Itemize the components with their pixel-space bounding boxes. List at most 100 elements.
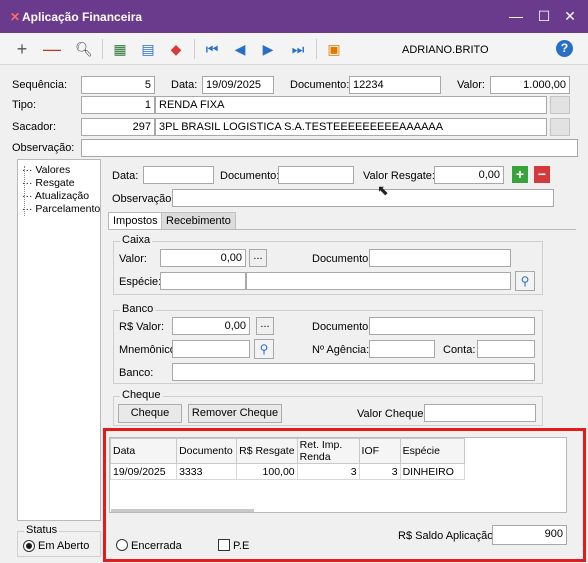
tipo-lookup-button[interactable] xyxy=(550,96,570,114)
tab-impostos[interactable]: Impostos xyxy=(108,212,163,229)
cell-resgate: 100,00 xyxy=(236,463,298,480)
resgate-data-label: Data: xyxy=(112,170,139,182)
pe-label: P.E xyxy=(233,540,250,552)
tree-item-parcelamento[interactable]: ··· Parcelamento xyxy=(22,203,100,215)
pe-checkbox[interactable] xyxy=(218,539,230,551)
mouse-cursor-icon: ⬉ xyxy=(377,182,389,198)
cell-documento: 3333 xyxy=(176,463,238,480)
banco-documento-field[interactable] xyxy=(369,317,535,335)
cell-data: 19/09/2025 xyxy=(110,463,178,480)
banco-valor-field[interactable]: 0,00 xyxy=(172,317,250,335)
sacador-lookup-button[interactable] xyxy=(550,118,570,136)
especie-search-icon[interactable]: ⚲ xyxy=(515,271,535,291)
caixa-especie-code-field[interactable] xyxy=(160,272,246,290)
eraser-icon[interactable]: ◆ xyxy=(166,39,186,59)
next-record-icon[interactable]: ▶ xyxy=(258,39,278,59)
banco-field[interactable] xyxy=(172,363,535,381)
em-aberto-label: Em Aberto xyxy=(38,540,90,552)
sequencia-field[interactable]: 5 xyxy=(81,76,155,94)
user-name: ADRIANO.BRITO xyxy=(402,44,489,56)
help-icon[interactable]: ? xyxy=(556,40,573,57)
resgates-table: Data Documento R$ Resgate Ret. Imp. Rend… xyxy=(110,438,466,480)
banco-title: Banco xyxy=(120,303,156,315)
mnemonico-label: Mnemônico: xyxy=(119,344,179,356)
report-icon[interactable]: ▣ xyxy=(324,39,344,59)
valor-cheque-field[interactable] xyxy=(424,404,536,422)
tree-item-resgate[interactable]: ··· Resgate xyxy=(22,177,75,189)
sacador-label: Sacador: xyxy=(12,121,57,133)
data-field[interactable]: 19/09/2025 xyxy=(202,76,274,94)
sacador-name-field: 3PL BRASIL LOGISTICA S.A.TESTEEEEEEEEEAA… xyxy=(155,118,547,136)
column-header[interactable]: Data xyxy=(110,438,178,464)
valor-resgate-field[interactable]: 0,00 xyxy=(434,166,504,184)
grid-icon[interactable]: ▤ xyxy=(138,39,158,59)
toolbar: + — 🔍︎ ▦ ▤ ◆ ⏮ ◀ ▶ ⏭ ▣ ADRIANO.BRITO ? xyxy=(0,33,588,65)
valor-cheque-label: Valor Cheque: xyxy=(357,408,427,420)
observacao-field[interactable] xyxy=(81,139,578,157)
remover-cheque-button[interactable]: Remover Cheque xyxy=(188,404,282,423)
tipo-name-field: RENDA FIXA xyxy=(155,96,547,114)
horizontal-scrollbar[interactable] xyxy=(111,509,254,512)
last-record-icon[interactable]: ⏭ xyxy=(288,39,308,59)
caixa-title: Caixa xyxy=(120,234,153,246)
documento-field[interactable]: 12234 xyxy=(349,76,441,94)
window-title: Aplicação Financeira xyxy=(22,10,143,24)
encerrada-label: Encerrada xyxy=(131,540,182,552)
column-header[interactable]: Ret. Imp. Renda xyxy=(296,438,360,464)
tab-divider xyxy=(108,229,576,230)
resgate-documento-label: Documento: xyxy=(220,170,280,182)
first-record-icon[interactable]: ⏮ xyxy=(202,39,222,59)
previous-record-icon[interactable]: ◀ xyxy=(230,39,250,59)
caixa-valor-more-button[interactable]: ... xyxy=(249,249,267,267)
table-row[interactable]: 19/09/2025 3333 100,00 3 3 DINHEIRO xyxy=(110,463,466,480)
agencia-field[interactable] xyxy=(369,340,435,358)
minimize-button[interactable]: — xyxy=(504,7,528,25)
encerrada-radio[interactable] xyxy=(116,539,128,551)
sequencia-label: Sequência: xyxy=(12,79,68,91)
tree-item-label: Parcelamento xyxy=(35,203,101,215)
close-button[interactable]: ✕ xyxy=(558,7,582,25)
valor-resgate-label: Valor Resgate: xyxy=(363,170,435,182)
tree-item-valores[interactable]: ··· Valores xyxy=(22,164,70,176)
toolbar-separator xyxy=(194,39,195,59)
cheque-title: Cheque xyxy=(120,389,163,401)
resgate-data-field[interactable] xyxy=(143,166,214,184)
cheque-button[interactable]: Cheque xyxy=(118,404,182,423)
valor-field[interactable]: 1.000,00 xyxy=(490,76,570,94)
agencia-label: Nº Agência: xyxy=(312,344,370,356)
mnemonico-field[interactable] xyxy=(172,340,250,358)
search-icon[interactable]: 🔍︎ xyxy=(74,39,94,59)
tab-recebimento[interactable]: Recebimento xyxy=(161,212,236,229)
toolbar-separator xyxy=(102,39,103,59)
tipo-code-field[interactable]: 1 xyxy=(81,96,155,114)
valor-label: Valor: xyxy=(457,79,485,91)
tree-item-atualizacao[interactable]: ··· Atualização xyxy=(22,190,89,202)
resgate-observacao-field[interactable] xyxy=(172,189,554,207)
banco-valor-more-button[interactable]: ... xyxy=(256,317,274,335)
resgate-documento-field[interactable] xyxy=(278,166,354,184)
tipo-label: Tipo: xyxy=(12,99,37,111)
column-header[interactable]: R$ Resgate xyxy=(236,438,298,464)
sacador-code-field[interactable]: 297 xyxy=(81,118,155,136)
add-icon[interactable]: + xyxy=(12,39,32,59)
column-header[interactable]: Espécie xyxy=(399,438,466,464)
caixa-documento-field[interactable] xyxy=(369,249,511,267)
add-resgate-icon[interactable]: + xyxy=(512,166,528,183)
cell-especie: DINHEIRO xyxy=(399,463,466,480)
tree-item-label: Atualização xyxy=(34,190,90,202)
caixa-valor-label: Valor: xyxy=(119,253,147,265)
remove-icon[interactable]: — xyxy=(42,39,62,59)
maximize-button[interactable]: ☐ xyxy=(532,7,556,25)
caixa-valor-field[interactable]: 0,00 xyxy=(160,249,246,267)
column-header[interactable]: IOF xyxy=(358,438,401,464)
banco-documento-label: Documento: xyxy=(312,321,372,333)
remove-resgate-icon[interactable]: − xyxy=(534,166,550,183)
em-aberto-radio[interactable] xyxy=(23,540,35,552)
conta-field[interactable] xyxy=(477,340,535,358)
saldo-aplicacao-field: 900 xyxy=(492,525,567,545)
column-header[interactable]: Documento xyxy=(176,438,238,464)
mnemonico-search-icon[interactable]: ⚲ xyxy=(254,339,274,359)
calculator-icon[interactable]: ▦ xyxy=(110,39,130,59)
tree-item-label: Resgate xyxy=(35,177,75,189)
toolbar-separator xyxy=(316,39,317,59)
